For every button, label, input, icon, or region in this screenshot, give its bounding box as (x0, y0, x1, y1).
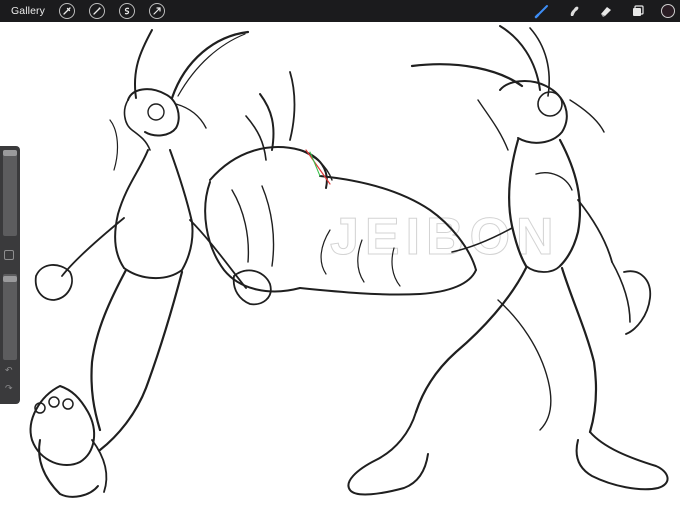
transform-icon (153, 7, 161, 15)
smudge-tool-button[interactable] (565, 2, 583, 20)
layers-button[interactable] (629, 2, 647, 20)
brush-size-slider[interactable] (3, 150, 17, 236)
magic-wand-icon (93, 7, 101, 15)
redo-icon[interactable]: ↷ (5, 384, 13, 394)
opacity-slider[interactable] (3, 274, 17, 360)
modify-button[interactable] (4, 250, 14, 260)
eraser-icon (601, 7, 611, 17)
watermark-text: JEIBON (330, 208, 560, 266)
sketch-artwork: JEIBON (29, 25, 669, 498)
actions-button[interactable] (58, 3, 75, 19)
drawing-canvas[interactable]: JEIBON (0, 22, 680, 509)
adjustments-button[interactable] (88, 3, 105, 19)
smudge-icon (570, 6, 579, 17)
selection-icon (124, 7, 130, 15)
brush-size-slider-thumb[interactable] (3, 150, 17, 156)
gallery-button[interactable]: Gallery (11, 5, 45, 17)
top-toolbar: Gallery (0, 0, 680, 22)
transform-button[interactable] (148, 3, 165, 19)
opacity-slider-thumb[interactable] (3, 276, 17, 282)
color-picker-button[interactable] (661, 4, 675, 18)
eraser-tool-button[interactable] (597, 2, 615, 20)
right-tool-group (533, 0, 680, 22)
brush-tool-button[interactable] (533, 2, 551, 20)
brush-icon (534, 5, 548, 19)
layers-icon (633, 5, 644, 16)
wrench-icon (63, 7, 71, 15)
undo-icon[interactable]: ↶ (5, 366, 13, 376)
selection-button[interactable] (118, 3, 135, 19)
brush-sidebar: ↶ ↷ (0, 146, 20, 404)
